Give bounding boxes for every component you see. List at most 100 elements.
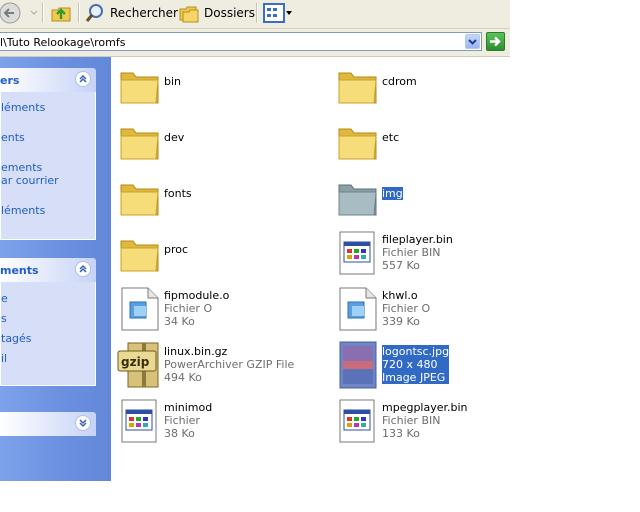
expand-button[interactable] (75, 415, 91, 431)
gzip-archive-icon: gzip (117, 342, 159, 388)
task-link[interactable]: il (1, 352, 7, 365)
generic-file-icon (339, 287, 377, 331)
task-pane: ers léments ents ements ar courrier léme… (0, 57, 111, 481)
folder-icon (120, 240, 159, 272)
folders-button[interactable]: Dossiers (178, 0, 255, 26)
file-size: 557 Ko (382, 259, 420, 272)
file-type: Fichier O (382, 302, 431, 315)
file-type: Fichier BIN (382, 414, 441, 427)
file-item[interactable]: dev (116, 119, 326, 171)
back-dropdown-button[interactable] (30, 0, 38, 26)
task-link[interactable]: ents (1, 131, 25, 144)
folder-icon (338, 128, 377, 160)
file-item[interactable]: minimod Fichier 38 Ko (116, 397, 326, 449)
address-bar: l\Tuto Relookage\romfs (0, 29, 510, 57)
file-name: fileplayer.bin (382, 233, 453, 246)
panel-title: ers (0, 74, 20, 87)
file-item[interactable]: fonts (116, 175, 326, 227)
collapse-button[interactable] (75, 71, 91, 87)
folder-icon (120, 72, 159, 104)
views-button[interactable] (263, 0, 293, 26)
file-item-selected[interactable]: logontsc.jpg 720 x 480 Image JPEG (334, 341, 544, 393)
task-link[interactable]: ements (1, 161, 42, 174)
file-size: 494 Ko (164, 371, 202, 384)
chevron-down-icon (286, 11, 292, 15)
chevron-down-icon (30, 10, 38, 15)
back-arrow-icon (0, 2, 21, 24)
file-type: Fichier O (164, 302, 213, 315)
toolbar-separator (42, 3, 44, 23)
folder-icon (120, 184, 159, 216)
jpeg-image-icon (339, 341, 377, 389)
up-folder-button[interactable] (50, 0, 72, 26)
file-size: 133 Ko (382, 427, 420, 440)
file-name: etc (382, 131, 400, 144)
file-name: mpegplayer.bin (382, 401, 468, 414)
file-name: fonts (164, 187, 192, 200)
file-item[interactable]: mpegplayer.bin Fichier BIN 133 Ko (334, 397, 544, 449)
panel-body-tasks: léments ents ements ar courrier léments (0, 92, 96, 240)
go-arrow-icon (490, 36, 501, 47)
folder-icon (338, 72, 377, 104)
file-name: linux.bin.gz (164, 345, 228, 358)
task-link[interactable]: tagés (1, 332, 32, 345)
panel-header-details[interactable] (0, 412, 96, 436)
file-size: 34 Ko (164, 315, 195, 328)
address-dropdown-button[interactable] (465, 34, 480, 49)
task-link[interactable]: e (1, 292, 8, 305)
toolbar-separator (78, 3, 80, 23)
svg-text:gzip: gzip (121, 355, 150, 369)
task-link[interactable]: léments (1, 101, 45, 114)
task-link[interactable]: ar courrier (1, 174, 59, 187)
search-button[interactable]: Rechercher (84, 0, 178, 26)
address-input[interactable]: l\Tuto Relookage\romfs (0, 32, 482, 51)
file-name: minimod (164, 401, 213, 414)
file-item[interactable]: fileplayer.bin Fichier BIN 557 Ko (334, 229, 544, 281)
folder-icon (338, 184, 377, 216)
search-label: Rechercher (110, 6, 178, 20)
image-dimensions: 720 x 480 (382, 358, 450, 371)
file-name: img (382, 187, 403, 200)
file-type: Image JPEG (382, 371, 450, 384)
panel-header-tasks[interactable]: ers (0, 68, 96, 92)
collapse-button[interactable] (75, 261, 91, 277)
file-name: dev (164, 131, 185, 144)
file-name: bin (164, 75, 182, 88)
file-name: proc (164, 243, 189, 256)
file-size: 339 Ko (382, 315, 420, 328)
file-item-selected[interactable]: img (334, 175, 544, 227)
folders-label: Dossiers (204, 6, 255, 20)
back-button[interactable] (0, 0, 22, 26)
file-item[interactable]: proc (116, 231, 326, 283)
panel-header-places[interactable]: ments (0, 258, 96, 282)
toolbar: Rechercher Dossiers (0, 0, 510, 29)
chevron-down-icon (468, 39, 477, 45)
file-size: 38 Ko (164, 427, 195, 440)
view-grid-icon (263, 3, 285, 23)
file-item[interactable]: cdrom (334, 63, 544, 115)
panel-body-places: e s tagés il (0, 282, 96, 386)
toolbar-separator (256, 3, 258, 23)
file-type: Fichier (164, 414, 200, 427)
search-icon (85, 4, 103, 22)
file-item[interactable]: etc (334, 119, 544, 171)
file-item[interactable]: bin (116, 63, 326, 115)
double-chevron-up-icon (79, 74, 87, 83)
file-item[interactable]: khwl.o Fichier O 339 Ko (334, 285, 544, 337)
file-name: cdrom (382, 75, 417, 88)
file-name: fipmodule.o (164, 289, 230, 302)
task-link[interactable]: léments (1, 204, 45, 217)
file-item[interactable]: gzip linux.bin.gz PowerArchiver GZIP Fil… (116, 341, 326, 393)
program-file-icon (339, 399, 375, 443)
program-file-icon (339, 231, 375, 275)
double-chevron-down-icon (79, 419, 87, 428)
up-folder-icon (51, 7, 71, 22)
program-file-icon (121, 399, 157, 443)
file-type: PowerArchiver GZIP File (164, 358, 295, 371)
generic-file-icon (121, 287, 159, 331)
task-link[interactable]: s (1, 312, 7, 325)
go-button[interactable] (486, 32, 505, 51)
file-item[interactable]: fipmodule.o Fichier O 34 Ko (116, 285, 326, 337)
folder-icon (120, 128, 159, 160)
file-name: khwl.o (382, 289, 418, 302)
